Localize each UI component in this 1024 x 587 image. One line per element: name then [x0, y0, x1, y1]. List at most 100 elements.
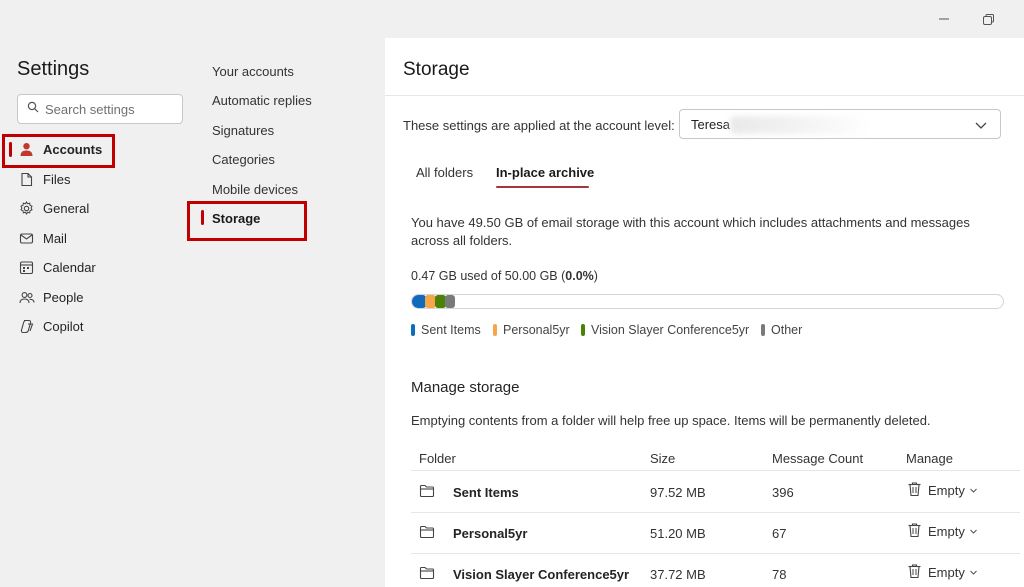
active-tab-indicator [496, 186, 589, 188]
subnav-item-categories[interactable]: Categories [212, 152, 275, 167]
table-row: Personal5yr 51.20 MB 67 Empty [411, 513, 1020, 554]
message-count: 67 [772, 526, 787, 541]
empty-label: Empty [928, 483, 965, 498]
sidebar-item-label: Mail [43, 230, 67, 246]
legend-label: Sent Items [421, 323, 481, 337]
legend-swatch [493, 324, 497, 336]
folder-icon [419, 566, 435, 583]
folder-name: Personal5yr [453, 526, 528, 541]
sidebar-item-label: Files [43, 171, 71, 187]
legend-swatch [761, 324, 765, 336]
tab-in-place-archive[interactable]: In-place archive [496, 165, 594, 180]
sidebar-item-label: Copilot [43, 318, 84, 334]
storage-content: Storage These settings are applied at th… [385, 38, 1024, 587]
usage-prefix: 0.47 GB used of 50.00 GB ( [411, 269, 566, 283]
content-header: Storage [385, 38, 1024, 96]
sidebar-item-general[interactable]: General [0, 194, 192, 222]
bar-segment-sent-items [412, 295, 426, 308]
subnav-item-signatures[interactable]: Signatures [212, 123, 274, 138]
legend-vision-slayer: Vision Slayer Conference5yr [581, 323, 749, 337]
sidebar-item-label: Accounts [43, 141, 103, 157]
legend-label: Other [771, 323, 803, 337]
subnav-item-your-accounts[interactable]: Your accounts [212, 64, 294, 79]
empty-label: Empty [928, 524, 965, 539]
legend-label: Vision Slayer Conference5yr [591, 323, 750, 337]
copilot-icon [18, 318, 35, 335]
storage-usage-text: 0.47 GB used of 50.00 GB (0.0%) [411, 269, 598, 283]
column-header-folder: Folder [419, 451, 456, 466]
chevron-down-icon [974, 118, 988, 137]
sidebar-item-files[interactable]: Files [0, 165, 192, 193]
manage-storage-title: Manage storage [411, 379, 520, 396]
title-bar [0, 0, 1024, 38]
calendar-icon [18, 259, 35, 276]
search-icon [27, 100, 39, 118]
active-indicator [201, 210, 204, 225]
legend-swatch [581, 324, 585, 336]
account-level-label: These settings are applied at the accoun… [403, 118, 675, 133]
folder-size: 37.72 MB [650, 567, 706, 582]
folder-size: 97.52 MB [650, 485, 706, 500]
storage-description: You have 49.50 GB of email storage with … [411, 215, 970, 248]
sidebar-item-people[interactable]: People [0, 283, 192, 311]
legend-personal5yr: Personal5yr [493, 323, 570, 337]
search-input[interactable] [45, 101, 175, 117]
sidebar-item-label: Calendar [43, 259, 96, 275]
folder-name: Sent Items [453, 485, 519, 500]
account-dropdown-value: Teresa [691, 117, 731, 132]
folder-name: Vision Slayer Conference5yr [453, 567, 630, 582]
account-dropdown[interactable]: Teresa [679, 109, 1001, 139]
sidebar-item-accounts[interactable]: Accounts [0, 135, 192, 163]
sidebar-item-label: People [43, 289, 84, 305]
usage-suffix: ) [593, 269, 598, 283]
column-header-size: Size [650, 451, 676, 466]
trash-icon [907, 522, 922, 541]
chevron-down-icon [969, 565, 978, 580]
trash-icon [907, 563, 922, 582]
folder-size: 51.20 MB [650, 526, 706, 541]
subnav-item-mobile-devices[interactable]: Mobile devices [212, 182, 298, 197]
redacted-email [730, 116, 870, 134]
mail-icon [18, 230, 35, 247]
folder-icon [419, 484, 435, 501]
legend-sent-items: Sent Items [411, 323, 481, 337]
person-icon [18, 141, 35, 158]
folder-icon [419, 525, 435, 542]
settings-title: Settings [17, 58, 90, 80]
legend-label: Personal5yr [503, 323, 570, 337]
sidebar-item-copilot[interactable]: Copilot [0, 312, 192, 340]
message-count: 78 [772, 567, 787, 582]
sidebar-item-mail[interactable]: Mail [0, 224, 192, 252]
manage-storage-description: Emptying contents from a folder will hel… [411, 413, 931, 428]
empty-folder-button[interactable]: Empty [907, 563, 978, 582]
accounts-subnav: Your accounts Automatic replies Signatur… [192, 38, 385, 587]
minimize-icon[interactable] [933, 8, 955, 30]
legend-other: Other [761, 323, 802, 337]
tab-all-folders[interactable]: All folders [416, 165, 473, 180]
usage-percent: 0.0% [565, 269, 594, 283]
message-count: 396 [772, 485, 794, 500]
chevron-down-icon [969, 483, 978, 498]
table-header: Folder Size Message Count Manage [411, 441, 1020, 471]
table-row: Sent Items 97.52 MB 396 Empty [411, 472, 1020, 513]
restore-icon[interactable] [977, 8, 999, 30]
page-title: Storage [403, 59, 470, 80]
trash-icon [907, 481, 922, 500]
bar-segment-other [445, 295, 455, 308]
empty-label: Empty [928, 565, 965, 580]
gear-icon [18, 200, 35, 217]
storage-usage-bar [411, 294, 1004, 309]
empty-folder-button[interactable]: Empty [907, 481, 978, 500]
sidebar-item-calendar[interactable]: Calendar [0, 253, 192, 281]
file-icon [18, 171, 35, 188]
empty-folder-button[interactable]: Empty [907, 522, 978, 541]
column-header-message-count: Message Count [772, 451, 864, 466]
table-row: Vision Slayer Conference5yr 37.72 MB 78 … [411, 554, 1020, 587]
search-box[interactable] [17, 94, 183, 124]
subnav-item-automatic-replies[interactable]: Automatic replies [212, 93, 312, 108]
legend-swatch [411, 324, 415, 336]
active-indicator [9, 142, 12, 157]
column-header-manage: Manage [906, 451, 953, 466]
settings-sidebar: Settings Accounts Files General Mail [0, 38, 192, 587]
subnav-item-storage[interactable]: Storage [212, 211, 260, 226]
